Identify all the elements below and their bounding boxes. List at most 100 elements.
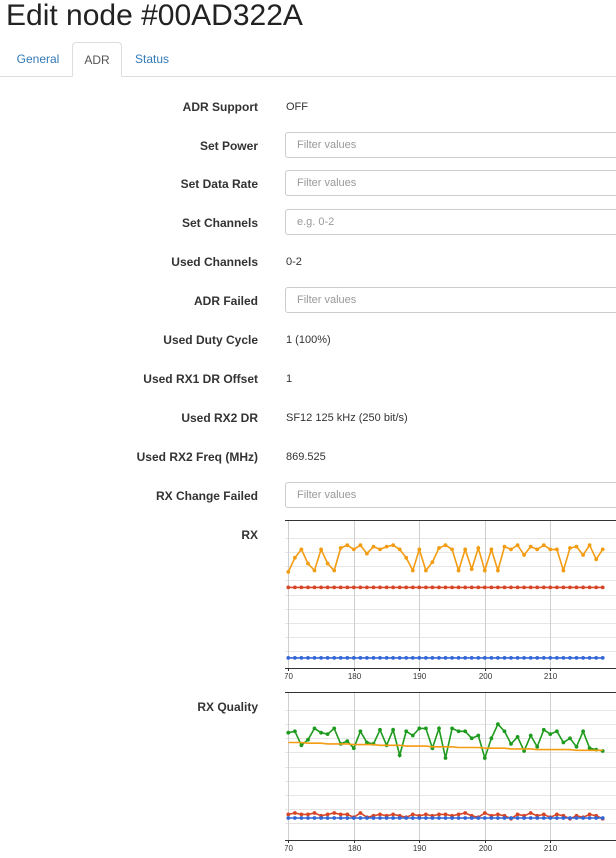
data-point [299, 743, 304, 748]
data-point [600, 816, 605, 820]
set-data-rate-input[interactable] [285, 170, 616, 196]
data-point [594, 816, 599, 820]
data-point [548, 816, 553, 820]
data-point [496, 656, 500, 660]
used-rx2-dr-row: Used RX2 DR SF12 125 kHz (250 bit/s) [0, 409, 616, 447]
rx-quality-chart: 70 180 190 200 210 [285, 692, 616, 852]
data-point [600, 585, 605, 590]
data-point [391, 727, 395, 732]
x-tick-label: 200 [479, 672, 493, 680]
used-rx2-freq-label: Used RX2 Freq (MHz) [136, 450, 258, 464]
data-point [528, 733, 533, 738]
tab-general[interactable]: General [5, 42, 71, 75]
data-point [463, 547, 468, 552]
used-duty-cycle-label: Used Duty Cycle [163, 333, 258, 347]
data-point [417, 585, 422, 590]
data-point [496, 568, 500, 573]
data-point [312, 811, 317, 815]
data-point [299, 656, 304, 660]
data-point [489, 656, 494, 660]
data-point [410, 812, 415, 817]
data-point [424, 585, 428, 590]
data-point [378, 812, 382, 817]
data-point [509, 742, 513, 746]
data-point [528, 544, 533, 549]
x-tick-label: 210 [544, 844, 558, 852]
data-point [378, 656, 382, 660]
data-point [293, 656, 297, 660]
data-point [535, 744, 540, 749]
data-point [587, 812, 592, 817]
adr-failed-input[interactable] [285, 287, 616, 313]
data-point [391, 812, 395, 817]
data-point [404, 816, 409, 820]
adr-support-row: ADR Support OFF [0, 98, 616, 136]
data-point [555, 729, 559, 734]
data-point [489, 547, 494, 552]
data-point [417, 816, 422, 820]
data-point [541, 585, 546, 590]
rx-change-failed-input[interactable] [285, 482, 616, 508]
plot-background [285, 520, 616, 668]
data-point [358, 585, 363, 590]
data-point [482, 811, 487, 815]
data-point [541, 816, 546, 820]
set-channels-input[interactable] [285, 209, 616, 235]
adr-failed-label: ADR Failed [193, 294, 258, 308]
data-point [319, 816, 323, 820]
data-point [351, 746, 356, 751]
data-point [417, 547, 422, 552]
data-point [319, 547, 323, 552]
data-point [600, 656, 605, 660]
x-tick-label: 190 [413, 672, 427, 680]
data-point [332, 816, 337, 820]
data-point [535, 656, 540, 660]
data-point [515, 812, 520, 817]
data-point [456, 816, 461, 820]
data-point [548, 732, 553, 736]
data-point [351, 816, 356, 820]
data-point [469, 585, 474, 590]
data-point [568, 816, 572, 820]
used-channels-value: 0-2 [286, 256, 302, 268]
data-point [371, 656, 376, 660]
data-point [299, 816, 304, 820]
tab-adr[interactable]: ADR [72, 42, 122, 77]
x-tick-label: 210 [544, 672, 558, 680]
data-point [358, 816, 363, 820]
rx-chart-row: RX 70 180 190 200 210 [0, 520, 616, 686]
data-point [293, 816, 297, 820]
data-point [397, 585, 402, 590]
data-point [509, 656, 513, 660]
data-point [594, 656, 599, 660]
data-point [345, 585, 350, 590]
data-point [332, 585, 337, 590]
data-point [397, 656, 402, 660]
data-point [365, 585, 369, 590]
x-tick-label: 70 [285, 672, 293, 680]
data-point [319, 585, 323, 590]
data-point [502, 585, 507, 590]
data-point [476, 733, 481, 738]
tab-bar: General ADR Status [0, 42, 616, 77]
data-point [312, 568, 317, 573]
data-point [410, 585, 415, 590]
data-point [391, 656, 395, 660]
data-point [365, 816, 369, 820]
data-point [424, 816, 428, 820]
used-rx2-freq-value: 869.525 [286, 451, 326, 463]
data-point [345, 543, 350, 548]
set-power-input[interactable] [285, 132, 616, 158]
data-point [463, 585, 468, 590]
set-data-rate-row: Set Data Rate [0, 170, 616, 208]
data-point [338, 656, 343, 660]
data-point [555, 816, 559, 820]
data-point [286, 730, 291, 735]
data-point [437, 546, 441, 550]
data-point [581, 729, 585, 734]
data-point [443, 585, 448, 590]
data-point [450, 656, 454, 660]
data-point [443, 656, 448, 660]
rx-chart-svg: 70 180 190 200 210 [285, 520, 616, 680]
tab-status[interactable]: Status [124, 42, 180, 75]
